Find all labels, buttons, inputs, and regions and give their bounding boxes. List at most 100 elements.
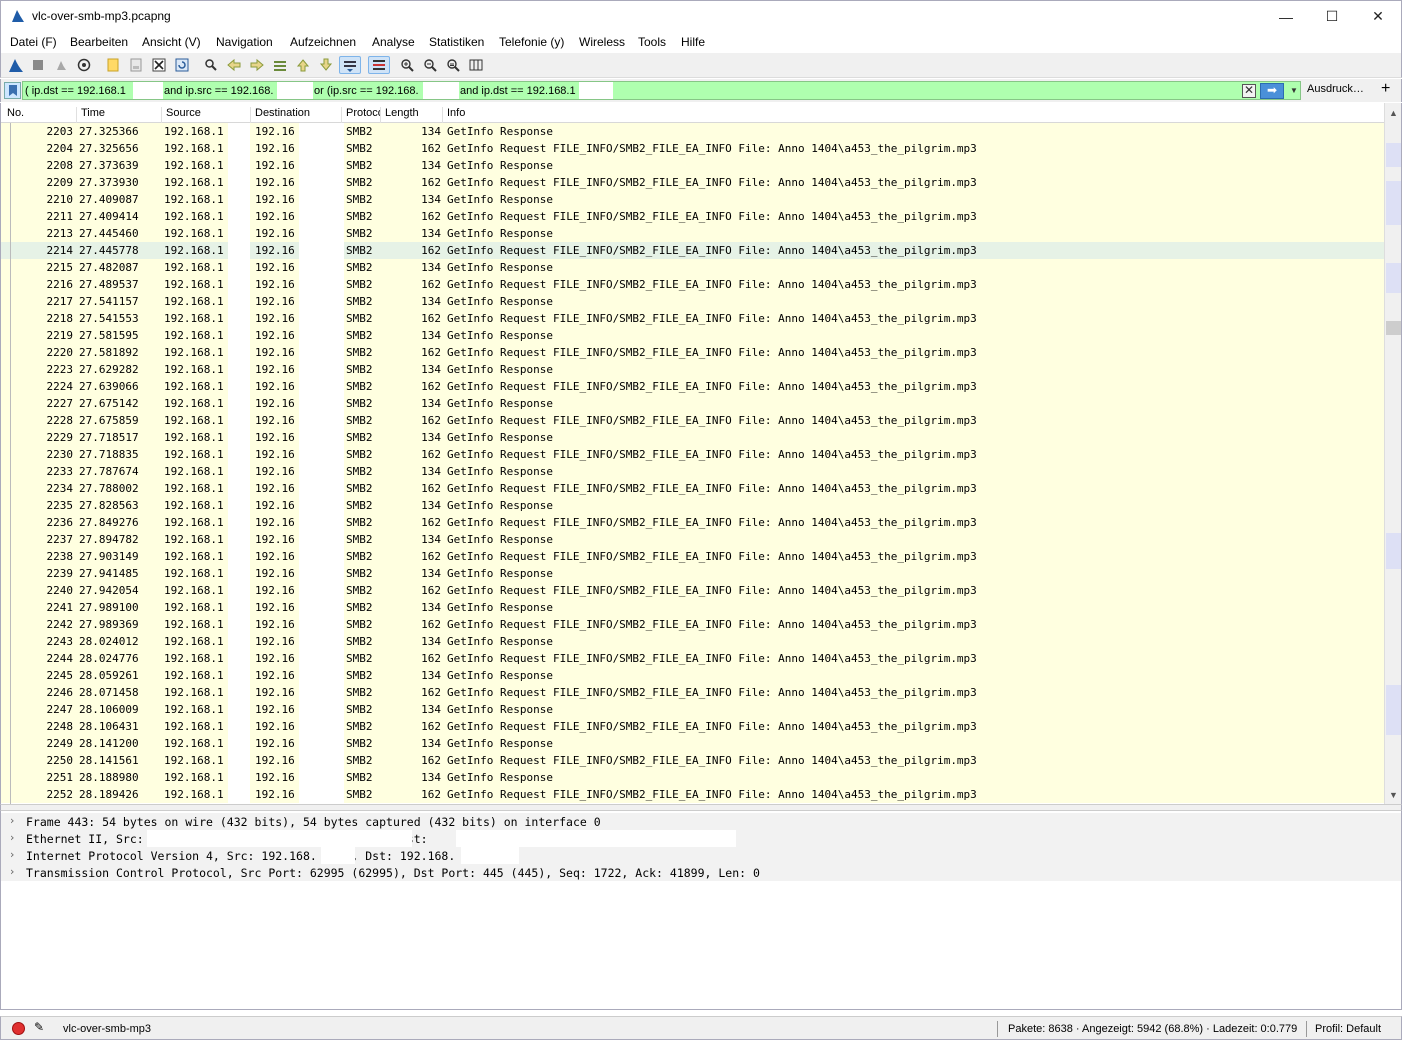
menu-bearbeiten[interactable]: Bearbeiten bbox=[70, 35, 128, 49]
go-last-icon[interactable] bbox=[317, 56, 335, 74]
table-row[interactable]: 2228 27.675859 192.168.1 192.16 SMB2 162 GetIn… bbox=[1, 412, 1384, 429]
detail-tcp[interactable]: › Transmission Control Protocol, Src Por… bbox=[1, 864, 1401, 881]
filter-bookmark-icon[interactable] bbox=[4, 82, 21, 99]
table-row[interactable]: 2235 27.828563 192.168.1 192.16 SMB2 134 GetIn… bbox=[1, 497, 1384, 514]
save-file-icon[interactable] bbox=[127, 56, 145, 74]
table-row[interactable]: 2249 28.141200 192.168.1 192.16 SMB2 134 GetIn… bbox=[1, 735, 1384, 752]
find-packet-icon[interactable] bbox=[202, 56, 220, 74]
table-row[interactable]: 2209 27.373930 192.168.1 192.16 SMB2 162 GetIn… bbox=[1, 174, 1384, 191]
reload-file-icon[interactable] bbox=[173, 56, 191, 74]
table-row[interactable]: 2214 27.445778 192.168.1 192.16 SMB2 162 GetIn… bbox=[1, 242, 1384, 259]
expand-chevron-icon[interactable]: › bbox=[10, 848, 14, 861]
add-filter-button[interactable]: + bbox=[1381, 80, 1390, 98]
scroll-down-icon[interactable]: ▼ bbox=[1385, 787, 1401, 804]
shark-fin-start-icon[interactable] bbox=[7, 56, 25, 74]
table-row[interactable]: 2204 27.325656 192.168.1 192.16 SMB2 162 GetIn… bbox=[1, 140, 1384, 157]
capture-status-icon[interactable] bbox=[12, 1022, 25, 1035]
resize-columns-icon[interactable] bbox=[467, 56, 485, 74]
menu-ansicht[interactable]: Ansicht (V) bbox=[142, 35, 201, 49]
table-row[interactable]: 2219 27.581595 192.168.1 192.16 SMB2 134 GetIn… bbox=[1, 327, 1384, 344]
table-row[interactable]: 2237 27.894782 192.168.1 192.16 SMB2 134 GetIn… bbox=[1, 531, 1384, 548]
table-row[interactable]: 2216 27.489537 192.168.1 192.16 SMB2 162 GetIn… bbox=[1, 276, 1384, 293]
close-file-icon[interactable] bbox=[150, 56, 168, 74]
menu-wireless[interactable]: Wireless bbox=[579, 35, 625, 49]
table-row[interactable]: 2243 28.024012 192.168.1 192.16 SMB2 134 GetIn… bbox=[1, 633, 1384, 650]
menu-navigation[interactable]: Navigation bbox=[216, 35, 273, 49]
table-row[interactable]: 2246 28.071458 192.168.1 192.16 SMB2 162 GetIn… bbox=[1, 684, 1384, 701]
table-row[interactable]: 2203 27.325366 192.168.1 192.16 SMB2 134 GetIn… bbox=[1, 123, 1384, 140]
zoom-normal-icon[interactable] bbox=[444, 56, 462, 74]
menu-telefonie[interactable]: Telefonie (y) bbox=[499, 35, 564, 49]
table-row[interactable]: 2251 28.188980 192.168.1 192.16 SMB2 134 GetIn… bbox=[1, 769, 1384, 786]
scroll-up-icon[interactable]: ▲ bbox=[1385, 105, 1401, 122]
edit-comment-icon[interactable]: ✎ bbox=[34, 1020, 44, 1034]
minimize-button[interactable]: — bbox=[1263, 1, 1309, 32]
scroll-thumb[interactable] bbox=[1386, 321, 1401, 335]
column-no[interactable]: No. bbox=[3, 107, 77, 123]
table-row[interactable]: 2208 27.373639 192.168.1 192.16 SMB2 134 GetIn… bbox=[1, 157, 1384, 174]
table-row[interactable]: 2244 28.024776 192.168.1 192.16 SMB2 162 GetIn… bbox=[1, 650, 1384, 667]
table-row[interactable]: 2240 27.942054 192.168.1 192.16 SMB2 162 GetIn… bbox=[1, 582, 1384, 599]
menu-analyse[interactable]: Analyse bbox=[372, 35, 415, 49]
table-row[interactable]: 2252 28.189426 192.168.1 192.16 SMB2 162 GetIn… bbox=[1, 786, 1384, 803]
table-row[interactable]: 2245 28.059261 192.168.1 192.16 SMB2 134 GetIn… bbox=[1, 667, 1384, 684]
menu-statistiken[interactable]: Statistiken bbox=[429, 35, 484, 49]
zoom-in-icon[interactable] bbox=[398, 56, 416, 74]
table-row[interactable]: 2229 27.718517 192.168.1 192.16 SMB2 134 GetIn… bbox=[1, 429, 1384, 446]
table-row[interactable]: 2224 27.639066 192.168.1 192.16 SMB2 162 GetIn… bbox=[1, 378, 1384, 395]
table-row[interactable]: 2217 27.541157 192.168.1 192.16 SMB2 134 GetIn… bbox=[1, 293, 1384, 310]
restart-capture-icon[interactable] bbox=[52, 56, 70, 74]
column-info[interactable]: Info bbox=[443, 107, 1384, 123]
table-row[interactable]: 2223 27.629282 192.168.1 192.16 SMB2 134 GetIn… bbox=[1, 361, 1384, 378]
clear-filter-icon[interactable]: ✕ bbox=[1242, 84, 1256, 98]
column-protocol[interactable]: Protocol bbox=[342, 107, 381, 123]
detail-ipv4[interactable]: › Internet Protocol Version 4, Src: 192.… bbox=[1, 847, 1401, 864]
menu-datei[interactable]: Datei (F) bbox=[10, 35, 57, 49]
table-row[interactable]: 2242 27.989369 192.168.1 192.16 SMB2 162 GetIn… bbox=[1, 616, 1384, 633]
detail-frame[interactable]: › Frame 443: 54 bytes on wire (432 bits)… bbox=[1, 813, 1401, 830]
expand-chevron-icon[interactable]: › bbox=[10, 831, 14, 844]
table-row[interactable]: 2211 27.409414 192.168.1 192.16 SMB2 162 GetIn… bbox=[1, 208, 1384, 225]
table-row[interactable]: 2218 27.541553 192.168.1 192.16 SMB2 162 GetIn… bbox=[1, 310, 1384, 327]
table-row[interactable]: 2233 27.787674 192.168.1 192.16 SMB2 134 GetIn… bbox=[1, 463, 1384, 480]
go-first-icon[interactable] bbox=[294, 56, 312, 74]
table-row[interactable]: 2213 27.445460 192.168.1 192.16 SMB2 134 GetIn… bbox=[1, 225, 1384, 242]
column-destination[interactable]: Destination bbox=[251, 107, 342, 123]
menu-hilfe[interactable]: Hilfe bbox=[681, 35, 705, 49]
go-forward-icon[interactable] bbox=[248, 56, 266, 74]
table-row[interactable]: 2234 27.788002 192.168.1 192.16 SMB2 162 GetIn… bbox=[1, 480, 1384, 497]
table-row[interactable]: 2236 27.849276 192.168.1 192.16 SMB2 162 GetIn… bbox=[1, 514, 1384, 531]
table-row[interactable]: 2230 27.718835 192.168.1 192.16 SMB2 162 GetIn… bbox=[1, 446, 1384, 463]
expand-chevron-icon[interactable]: › bbox=[10, 865, 14, 878]
apply-filter-button[interactable]: ➡ bbox=[1260, 83, 1284, 99]
column-source[interactable]: Source bbox=[162, 107, 251, 123]
menu-tools[interactable]: Tools bbox=[638, 35, 666, 49]
table-row[interactable]: 2210 27.409087 192.168.1 192.16 SMB2 134 GetIn… bbox=[1, 191, 1384, 208]
capture-options-icon[interactable] bbox=[75, 56, 93, 74]
go-to-packet-icon[interactable] bbox=[271, 56, 289, 74]
table-row[interactable]: 2227 27.675142 192.168.1 192.16 SMB2 134 GetIn… bbox=[1, 395, 1384, 412]
detail-ethernet[interactable]: › Ethernet II, Src: , Dst: bbox=[1, 830, 1401, 847]
menu-aufzeichnen[interactable]: Aufzeichnen bbox=[290, 35, 356, 49]
go-back-icon[interactable] bbox=[225, 56, 243, 74]
close-window-button[interactable]: ✕ bbox=[1355, 1, 1401, 32]
stop-capture-icon[interactable] bbox=[29, 56, 47, 74]
zoom-out-icon[interactable] bbox=[421, 56, 439, 74]
table-row[interactable]: 2215 27.482087 192.168.1 192.16 SMB2 134 GetIn… bbox=[1, 259, 1384, 276]
table-row[interactable]: 2248 28.106431 192.168.1 192.16 SMB2 162 GetIn… bbox=[1, 718, 1384, 735]
table-row[interactable]: 2241 27.989100 192.168.1 192.16 SMB2 134 GetIn… bbox=[1, 599, 1384, 616]
display-filter-input[interactable]: ( ip.dst == 192.168.1 and ip.src == 192.… bbox=[22, 81, 1301, 100]
open-file-icon[interactable] bbox=[104, 56, 122, 74]
status-profile[interactable]: Profil: Default bbox=[1315, 1023, 1381, 1035]
expand-chevron-icon[interactable]: › bbox=[10, 814, 14, 827]
column-time[interactable]: Time bbox=[77, 107, 162, 123]
table-row[interactable]: 2247 28.106009 192.168.1 192.16 SMB2 134 GetIn… bbox=[1, 701, 1384, 718]
table-row[interactable]: 2220 27.581892 192.168.1 192.16 SMB2 162 GetIn… bbox=[1, 344, 1384, 361]
column-length[interactable]: Length bbox=[381, 107, 443, 123]
table-row[interactable]: 2250 28.141561 192.168.1 192.16 SMB2 162 GetIn… bbox=[1, 752, 1384, 769]
filter-history-dropdown[interactable]: ▼ bbox=[1288, 84, 1300, 98]
colorize-icon[interactable] bbox=[368, 56, 390, 74]
filter-expression-button[interactable]: Ausdruck… bbox=[1307, 83, 1364, 95]
table-row[interactable]: 2239 27.941485 192.168.1 192.16 SMB2 134 GetIn… bbox=[1, 565, 1384, 582]
maximize-button[interactable]: ☐ bbox=[1309, 1, 1355, 32]
